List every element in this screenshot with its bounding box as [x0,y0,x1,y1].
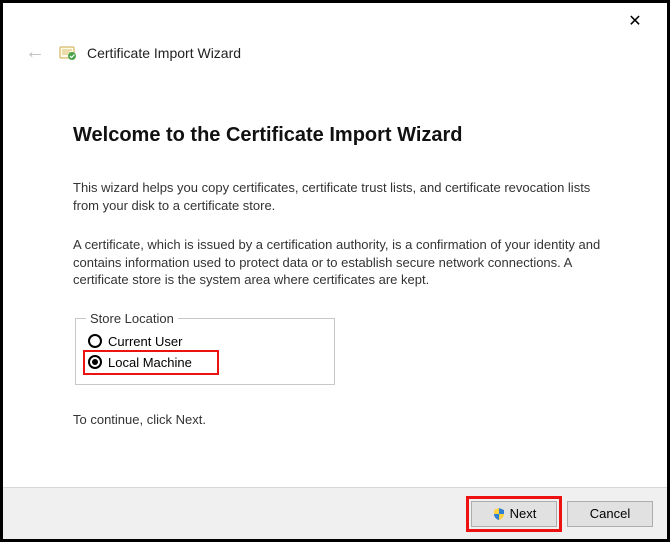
radio-label: Local Machine [108,355,192,370]
store-location-legend: Store Location [86,311,178,326]
radio-current-user[interactable]: Current User [86,332,324,351]
next-button[interactable]: Next [471,501,557,527]
intro-text: This wizard helps you copy certificates,… [73,179,607,214]
wizard-header: ← Certificate Import Wizard [3,39,667,74]
store-location-group: Store Location Current User Local Machin… [75,311,335,385]
certificate-wizard-icon [59,44,77,62]
wizard-title: Certificate Import Wizard [87,45,241,61]
next-button-label: Next [510,506,537,521]
back-arrow-icon: ← [21,39,49,66]
cancel-button-label: Cancel [590,506,630,521]
uac-shield-icon [492,507,506,521]
radio-icon [88,355,102,369]
page-heading: Welcome to the Certificate Import Wizard [73,124,607,147]
radio-label: Current User [108,334,182,349]
close-icon: ✕ [628,11,641,31]
close-button[interactable]: ✕ [617,6,653,36]
cancel-button[interactable]: Cancel [567,501,653,527]
titlebar: ✕ [3,3,667,39]
wizard-footer: Next Cancel [3,487,667,539]
radio-local-machine[interactable]: Local Machine [86,353,216,372]
wizard-content: Welcome to the Certificate Import Wizard… [3,74,667,428]
radio-icon [88,334,102,348]
explain-text: A certificate, which is issued by a cert… [73,236,607,289]
continue-hint: To continue, click Next. [73,411,607,429]
